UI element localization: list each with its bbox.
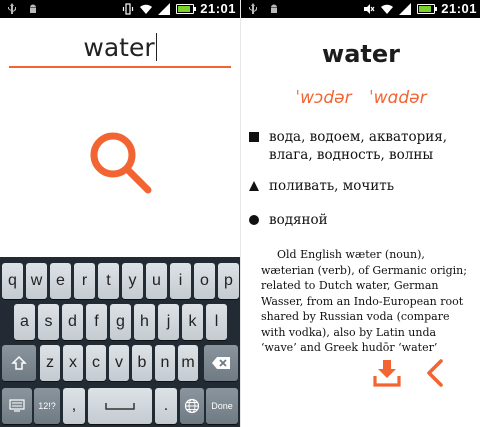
key-a[interactable]: a <box>14 304 35 340</box>
key-p[interactable]: p <box>218 263 239 299</box>
definition-noun: вода, водоем, акватория, влага, водность… <box>249 128 469 164</box>
square-bullet-icon <box>249 132 259 142</box>
key-d[interactable]: d <box>62 304 83 340</box>
text-caret <box>155 33 157 61</box>
shift-key[interactable] <box>2 345 36 381</box>
status-time: 21:01 <box>200 1 236 16</box>
definition-text: вода, водоем, акватория, влага, водность… <box>269 129 448 163</box>
key-x[interactable]: x <box>63 345 83 381</box>
shift-icon <box>11 355 27 370</box>
etymology: Old English wæter (noun), wæterian (verb… <box>261 248 467 354</box>
done-key[interactable]: Done <box>206 388 238 424</box>
key-q[interactable]: q <box>2 263 23 299</box>
backspace-key[interactable] <box>204 345 238 381</box>
key-n[interactable]: n <box>155 345 175 381</box>
key-h[interactable]: h <box>134 304 155 340</box>
key-l[interactable]: l <box>206 304 227 340</box>
keyboard-settings-icon <box>9 399 25 412</box>
key-s[interactable]: s <box>38 304 59 340</box>
status-left <box>6 3 39 15</box>
screens: 21:01 water qwertyuiop asdfghjkl zxcvbnm… <box>0 0 480 427</box>
search-input[interactable]: water <box>9 30 231 68</box>
signal-icon <box>399 2 412 15</box>
triangle-bullet-icon <box>249 181 259 191</box>
word-title: water <box>322 40 400 68</box>
key-v[interactable]: v <box>109 345 129 381</box>
key-o[interactable]: o <box>194 263 215 299</box>
language-key[interactable] <box>180 388 204 424</box>
definition-adjective: водяной <box>249 211 469 229</box>
key-t[interactable]: t <box>98 263 119 299</box>
vibrate-icon <box>123 2 134 15</box>
wifi-icon <box>381 4 394 14</box>
backspace-icon <box>212 357 230 369</box>
key-j[interactable]: j <box>158 304 179 340</box>
period-key[interactable]: . <box>155 388 177 424</box>
key-e[interactable]: e <box>50 263 71 299</box>
wifi-icon <box>140 4 153 14</box>
status-bar: 21:01 <box>241 0 480 18</box>
globe-icon <box>184 398 200 414</box>
definition-verb: поливать, мочить <box>249 177 469 195</box>
word-detail-screen: 21:01 water ˈwɔdər ˈwɑdər вода, водоем, … <box>240 0 480 427</box>
key-b[interactable]: b <box>132 345 152 381</box>
usb-icon <box>249 3 257 14</box>
definition-text: водяной <box>269 212 328 228</box>
definition-text: поливать, мочить <box>269 178 395 194</box>
pronunciation[interactable]: ˈwɔdər ˈwɑdər <box>241 88 480 108</box>
status-time: 21:01 <box>441 1 477 16</box>
key-w[interactable]: w <box>26 263 47 299</box>
signal-icon <box>158 2 171 15</box>
android-icon <box>271 4 277 13</box>
status-right: 21:01 <box>363 1 477 16</box>
key-y[interactable]: y <box>122 263 143 299</box>
space-bar-icon <box>105 403 135 410</box>
space-key[interactable] <box>88 388 152 424</box>
key-z[interactable]: z <box>40 345 60 381</box>
key-g[interactable]: g <box>110 304 131 340</box>
status-left <box>247 3 280 15</box>
symbols-key[interactable]: 12!? <box>34 388 60 424</box>
status-right: 21:01 <box>122 1 236 16</box>
search-icon[interactable] <box>88 130 154 196</box>
key-m[interactable]: m <box>178 345 198 381</box>
usb-icon <box>8 3 16 14</box>
settings-key[interactable] <box>2 388 32 424</box>
comma-key[interactable]: , <box>63 388 85 424</box>
battery-icon <box>176 3 197 14</box>
key-r[interactable]: r <box>74 263 95 299</box>
circle-bullet-icon <box>249 215 259 225</box>
key-c[interactable]: c <box>86 345 106 381</box>
android-icon <box>30 4 36 13</box>
key-i[interactable]: i <box>170 263 191 299</box>
back-chevron-icon[interactable] <box>421 358 449 388</box>
mute-icon <box>364 3 375 14</box>
status-bar: 21:01 <box>0 0 240 18</box>
key-u[interactable]: u <box>146 263 167 299</box>
key-f[interactable]: f <box>86 304 107 340</box>
battery-icon <box>417 3 438 14</box>
soft-keyboard: qwertyuiop asdfghjkl zxcvbnm 12!? , . Do… <box>0 257 240 427</box>
search-screen: 21:01 water qwertyuiop asdfghjkl zxcvbnm… <box>0 0 240 427</box>
key-k[interactable]: k <box>182 304 203 340</box>
search-input-value: water <box>83 33 155 62</box>
download-icon[interactable] <box>373 358 401 388</box>
